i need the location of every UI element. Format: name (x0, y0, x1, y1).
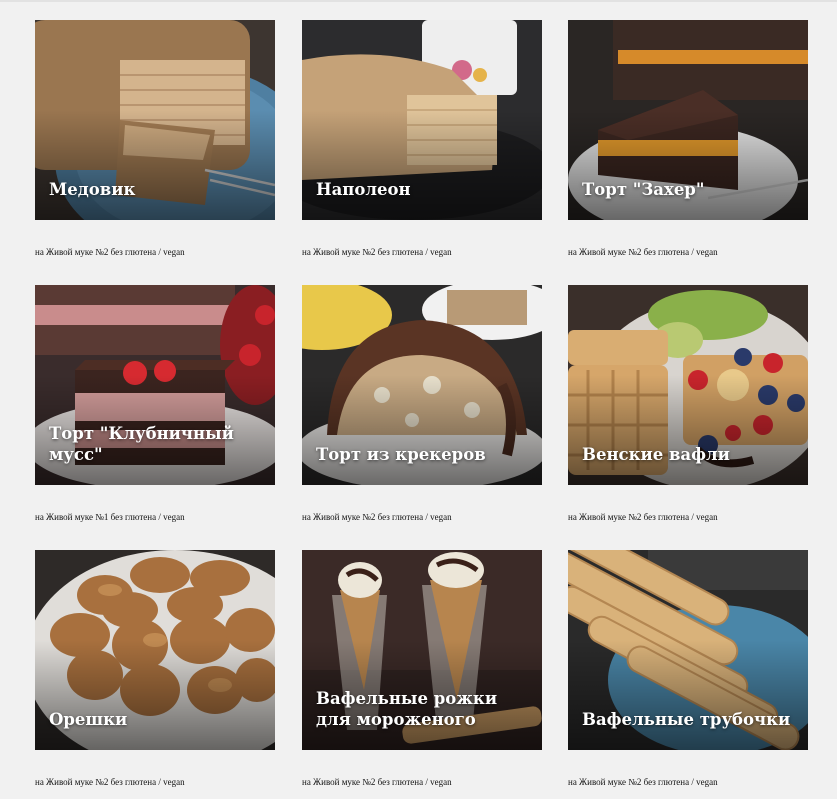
recipe-thumbnail[interactable]: Вафельные трубочки (568, 550, 808, 750)
recipe-thumbnail[interactable]: Торт "Захер" (568, 20, 808, 220)
tag-vegan[interactable]: vegan (696, 777, 718, 787)
recipe-card: Вафельные рожки для мороженого на Живой … (302, 550, 542, 787)
recipe-meta: на Живой муке №2 без глютена / vegan (568, 247, 718, 257)
tag-gluten-free[interactable]: без глютена (111, 512, 156, 522)
flour-link[interactable]: на Живой муке №1 (35, 512, 108, 522)
recipe-card: Вафельные трубочки на Живой муке №2 без … (568, 550, 808, 787)
recipe-title: Венские вафли (582, 445, 730, 464)
tag-vegan[interactable]: vegan (163, 512, 185, 522)
tag-gluten-free[interactable]: без глютена (111, 247, 156, 257)
tag-vegan[interactable]: vegan (430, 512, 452, 522)
flour-link[interactable]: на Живой муке №2 (35, 777, 108, 787)
tag-vegan[interactable]: vegan (163, 777, 185, 787)
flour-link[interactable]: на Живой муке №2 (302, 777, 375, 787)
recipe-meta: на Живой муке №2 без глютена / vegan (302, 777, 452, 787)
recipe-card: Торт "Клубничный мусс" на Живой муке №1 … (35, 285, 275, 522)
tag-vegan[interactable]: vegan (163, 247, 185, 257)
recipe-title: Торт "Клубничный мусс" (49, 424, 234, 464)
flour-link[interactable]: на Живой муке №2 (568, 512, 641, 522)
recipe-title: Торт из крекеров (316, 445, 486, 464)
recipe-card: Торт из крекеров на Живой муке №2 без гл… (302, 285, 542, 522)
recipe-card: Наполеон на Живой муке №2 без глютена / … (302, 20, 542, 257)
recipe-thumbnail[interactable]: Медовик (35, 20, 275, 220)
tag-gluten-free[interactable]: без глютена (644, 512, 689, 522)
recipe-card: Венские вафли на Живой муке №2 без глюте… (568, 285, 808, 522)
recipe-title: Торт "Захер" (582, 180, 705, 199)
recipe-thumbnail[interactable]: Венские вафли (568, 285, 808, 485)
recipe-meta: на Живой муке №2 без глютена / vegan (568, 777, 718, 787)
flour-link[interactable]: на Живой муке №2 (568, 777, 641, 787)
tag-gluten-free[interactable]: без глютена (644, 777, 689, 787)
recipe-meta: на Живой муке №2 без глютена / vegan (302, 512, 452, 522)
recipe-title: Вафельные рожки для мороженого (316, 689, 498, 729)
recipe-thumbnail[interactable]: Торт из крекеров (302, 285, 542, 485)
tag-gluten-free[interactable]: без глютена (378, 247, 423, 257)
flour-link[interactable]: на Живой муке №2 (302, 247, 375, 257)
recipe-card: Торт "Захер" на Живой муке №2 без глютен… (568, 20, 808, 257)
tag-vegan[interactable]: vegan (696, 512, 718, 522)
flour-link[interactable]: на Живой муке №2 (35, 247, 108, 257)
tag-gluten-free[interactable]: без глютена (644, 247, 689, 257)
tag-vegan[interactable]: vegan (696, 247, 718, 257)
recipe-title: Вафельные трубочки (582, 710, 791, 729)
flour-link[interactable]: на Живой муке №2 (302, 512, 375, 522)
recipe-thumbnail[interactable]: Торт "Клубничный мусс" (35, 285, 275, 485)
recipe-card: Орешки на Живой муке №2 без глютена / ve… (35, 550, 275, 787)
tag-gluten-free[interactable]: без глютена (111, 777, 156, 787)
recipe-meta: на Живой муке №2 без глютена / vegan (35, 247, 185, 257)
tag-gluten-free[interactable]: без глютена (378, 777, 423, 787)
recipe-thumbnail[interactable]: Орешки (35, 550, 275, 750)
recipe-thumbnail[interactable]: Наполеон (302, 20, 542, 220)
recipe-title: Медовик (49, 180, 136, 199)
recipe-meta: на Живой муке №2 без глютена / vegan (302, 247, 452, 257)
recipe-title: Орешки (49, 710, 128, 729)
flour-link[interactable]: на Живой муке №2 (568, 247, 641, 257)
recipe-title: Наполеон (316, 180, 411, 199)
recipe-meta: на Живой муке №1 без глютена / vegan (35, 512, 185, 522)
recipe-card: Медовик на Живой муке №2 без глютена / v… (35, 20, 275, 257)
recipe-grid: Медовик на Живой муке №2 без глютена / v… (0, 0, 837, 799)
tag-vegan[interactable]: vegan (430, 247, 452, 257)
recipe-meta: на Живой муке №2 без глютена / vegan (35, 777, 185, 787)
recipe-thumbnail[interactable]: Вафельные рожки для мороженого (302, 550, 542, 750)
recipe-meta: на Живой муке №2 без глютена / vegan (568, 512, 718, 522)
tag-vegan[interactable]: vegan (430, 777, 452, 787)
tag-gluten-free[interactable]: без глютена (378, 512, 423, 522)
